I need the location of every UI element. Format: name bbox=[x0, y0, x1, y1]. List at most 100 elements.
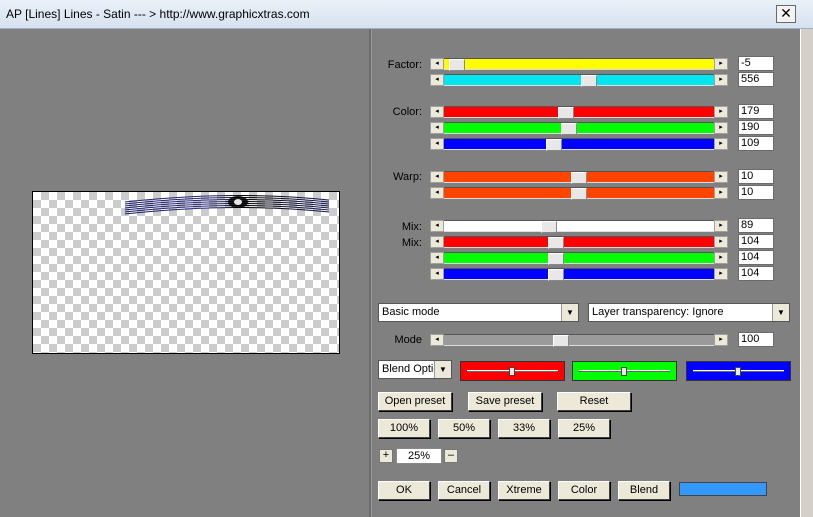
mix-red-slider[interactable]: ◂ ▸ bbox=[430, 236, 728, 249]
scroll-right-icon[interactable]: ▸ bbox=[714, 334, 728, 346]
mix-green-value-field[interactable]: 104 bbox=[738, 250, 774, 265]
chevron-down-icon[interactable]: ▼ bbox=[772, 304, 789, 321]
scroll-right-icon[interactable]: ▸ bbox=[714, 220, 728, 232]
warp-1-track[interactable] bbox=[444, 171, 714, 184]
scroll-right-icon[interactable]: ▸ bbox=[714, 171, 728, 183]
cancel-button[interactable]: Cancel bbox=[438, 481, 490, 500]
factor-2-track[interactable] bbox=[444, 74, 714, 87]
close-button[interactable]: ✕ bbox=[776, 5, 796, 23]
save-preset-button[interactable]: Save preset bbox=[468, 392, 542, 411]
scroll-left-icon[interactable]: ◂ bbox=[430, 171, 444, 183]
mix-white-value-field[interactable]: 89 bbox=[738, 218, 774, 233]
mix-green-track[interactable] bbox=[444, 252, 714, 265]
xtreme-button[interactable]: Xtreme bbox=[498, 481, 550, 500]
color-red-track[interactable] bbox=[444, 106, 714, 119]
scroll-left-icon[interactable]: ◂ bbox=[430, 122, 444, 134]
blend-thumb[interactable] bbox=[621, 367, 627, 376]
color-button[interactable]: Color bbox=[558, 481, 610, 500]
mix-blue-value-field[interactable]: 104 bbox=[738, 266, 774, 281]
transparency-select[interactable]: Layer transparency: Ignore ▼ bbox=[588, 303, 790, 322]
scroll-right-icon[interactable]: ▸ bbox=[714, 236, 728, 248]
color-blue-thumb[interactable] bbox=[546, 139, 562, 151]
zoom-33-button[interactable]: 33% bbox=[498, 419, 550, 438]
mode-select[interactable]: Basic mode ▼ bbox=[378, 303, 579, 322]
mix-red-thumb[interactable] bbox=[548, 237, 564, 249]
scroll-right-icon[interactable]: ▸ bbox=[714, 74, 728, 86]
chevron-down-icon[interactable]: ▼ bbox=[434, 361, 451, 378]
scroll-left-icon[interactable]: ◂ bbox=[430, 74, 444, 86]
blend-slider-3[interactable] bbox=[686, 361, 791, 381]
mix-green-slider[interactable]: ◂ ▸ bbox=[430, 252, 728, 265]
zoom-25-button[interactable]: 25% bbox=[558, 419, 610, 438]
warp-1-value-field[interactable]: 10 bbox=[738, 169, 774, 184]
color-blue-slider[interactable]: ◂ ▸ bbox=[430, 138, 728, 151]
mix-green-thumb[interactable] bbox=[548, 253, 564, 265]
mix-white-slider[interactable]: ◂ ▸ bbox=[430, 220, 728, 233]
color-red-slider[interactable]: ◂ ▸ bbox=[430, 106, 728, 119]
zoom-in-button[interactable]: + bbox=[379, 449, 393, 463]
color-green-thumb[interactable] bbox=[561, 123, 577, 135]
scroll-right-icon[interactable]: ▸ bbox=[714, 268, 728, 280]
warp-2-value-field[interactable]: 10 bbox=[738, 185, 774, 200]
mix-blue-thumb[interactable] bbox=[548, 269, 564, 281]
scroll-right-icon[interactable]: ▸ bbox=[714, 252, 728, 264]
blend-thumb[interactable] bbox=[735, 367, 741, 376]
color-swatch[interactable] bbox=[679, 482, 767, 496]
open-preset-button[interactable]: Open preset bbox=[378, 392, 452, 411]
color-blue-value-field[interactable]: 109 bbox=[738, 136, 774, 151]
preview-canvas[interactable] bbox=[32, 191, 340, 354]
blend-slider-1[interactable] bbox=[460, 361, 565, 381]
scroll-left-icon[interactable]: ◂ bbox=[430, 187, 444, 199]
warp-2-track[interactable] bbox=[444, 187, 714, 200]
factor-2-value-field[interactable]: 556 bbox=[738, 72, 774, 87]
mode-value-field[interactable]: 100 bbox=[738, 332, 774, 347]
reset-button[interactable]: Reset bbox=[557, 392, 631, 411]
mix-blue-track[interactable] bbox=[444, 268, 714, 281]
zoom-out-button[interactable]: – bbox=[444, 449, 458, 463]
mode-thumb[interactable] bbox=[553, 335, 569, 347]
factor-1-value-field[interactable]: -5 bbox=[738, 56, 774, 71]
mix-white-track[interactable] bbox=[444, 220, 714, 233]
blend-options-select[interactable]: Blend Optio ▼ bbox=[378, 360, 452, 379]
mode-slider[interactable]: ◂ ▸ bbox=[430, 334, 728, 347]
scroll-left-icon[interactable]: ◂ bbox=[430, 236, 444, 248]
scroll-right-icon[interactable]: ▸ bbox=[714, 138, 728, 150]
factor-2-thumb[interactable] bbox=[581, 75, 597, 87]
color-green-slider[interactable]: ◂ ▸ bbox=[430, 122, 728, 135]
scroll-left-icon[interactable]: ◂ bbox=[430, 252, 444, 264]
mix-red-track[interactable] bbox=[444, 236, 714, 249]
scroll-left-icon[interactable]: ◂ bbox=[430, 220, 444, 232]
scroll-left-icon[interactable]: ◂ bbox=[430, 106, 444, 118]
mix-red-value-field[interactable]: 104 bbox=[738, 234, 774, 249]
scroll-left-icon[interactable]: ◂ bbox=[430, 334, 444, 346]
zoom-50-button[interactable]: 50% bbox=[438, 419, 490, 438]
color-green-value-field[interactable]: 190 bbox=[738, 120, 774, 135]
factor-2-slider[interactable]: ◂ ▸ bbox=[430, 74, 728, 87]
scroll-left-icon[interactable]: ◂ bbox=[430, 138, 444, 150]
scroll-right-icon[interactable]: ▸ bbox=[714, 187, 728, 199]
mode-track[interactable] bbox=[444, 334, 714, 347]
color-red-value-field[interactable]: 179 bbox=[738, 104, 774, 119]
blend-thumb[interactable] bbox=[509, 367, 515, 376]
blend-button[interactable]: Blend bbox=[618, 481, 670, 500]
warp-1-thumb[interactable] bbox=[571, 172, 587, 184]
scroll-left-icon[interactable]: ◂ bbox=[430, 268, 444, 280]
color-green-track[interactable] bbox=[444, 122, 714, 135]
warp-1-slider[interactable]: ◂ ▸ bbox=[430, 171, 728, 184]
scroll-right-icon[interactable]: ▸ bbox=[714, 122, 728, 134]
warp-2-slider[interactable]: ◂ ▸ bbox=[430, 187, 728, 200]
scroll-left-icon[interactable]: ◂ bbox=[430, 58, 444, 70]
color-blue-track[interactable] bbox=[444, 138, 714, 151]
scroll-right-icon[interactable]: ▸ bbox=[714, 106, 728, 118]
mix-white-thumb[interactable] bbox=[541, 221, 557, 233]
factor-1-slider[interactable]: ◂ ▸ bbox=[430, 58, 728, 71]
color-red-thumb[interactable] bbox=[558, 107, 574, 119]
blend-slider-2[interactable] bbox=[572, 361, 677, 381]
zoom-100-button[interactable]: 100% bbox=[378, 419, 430, 438]
warp-2-thumb[interactable] bbox=[571, 188, 587, 200]
factor-1-track[interactable] bbox=[444, 58, 714, 71]
scroll-right-icon[interactable]: ▸ bbox=[714, 58, 728, 70]
factor-1-thumb[interactable] bbox=[449, 59, 465, 71]
ok-button[interactable]: OK bbox=[378, 481, 430, 500]
mix-blue-slider[interactable]: ◂ ▸ bbox=[430, 268, 728, 281]
